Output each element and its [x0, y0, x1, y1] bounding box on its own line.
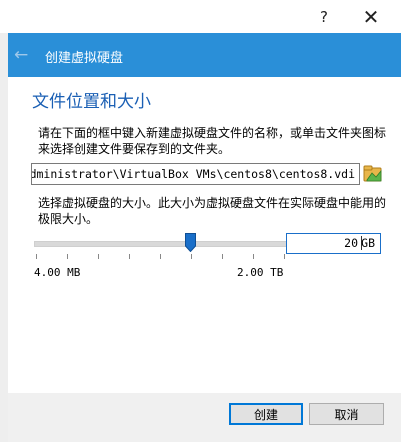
dialog-content: 文件位置和大小 请在下面的框中键入新建虚拟硬盘文件的名称，或单击文件夹图标来选择…	[8, 77, 401, 393]
cancel-button[interactable]: 取消	[309, 403, 384, 425]
location-description: 请在下面的框中键入新建虚拟硬盘文件的名称，或单击文件夹图标来选择创建文件要保存到…	[38, 126, 387, 156]
file-path-input[interactable]: C:\Users\Administrator\VirtualBox VMs\ce…	[31, 163, 360, 185]
size-slider-thumb[interactable]	[185, 233, 196, 252]
file-path-text: C:\Users\Administrator\VirtualBox VMs\ce…	[32, 167, 355, 181]
help-button[interactable]: ?	[301, 0, 347, 33]
dialog-title: 创建虚拟硬盘	[45, 51, 124, 66]
slider-max-label: 2.00 TB	[237, 266, 284, 279]
size-slider-track[interactable]	[34, 241, 288, 247]
folder-icon[interactable]	[362, 163, 384, 185]
window-edge	[0, 33, 8, 442]
close-button[interactable]: ✕	[348, 0, 394, 33]
size-description: 选择虚拟硬盘的大小。此大小为虚拟硬盘文件在实际硬盘中能用的极限大小。	[38, 196, 387, 226]
window-titlebar: ? ✕	[0, 0, 401, 33]
size-input[interactable]: 20 GB	[286, 233, 381, 254]
dialog-header: ← 创建虚拟硬盘	[8, 33, 401, 77]
slider-min-label: 4.00 MB	[34, 266, 81, 279]
slider-ticks	[36, 254, 286, 262]
dialog-footer: 创建 取消	[8, 393, 401, 442]
back-arrow-icon[interactable]: ←	[14, 45, 36, 65]
size-unit: GB	[361, 236, 375, 250]
size-value: 20	[344, 236, 358, 250]
create-button[interactable]: 创建	[229, 403, 303, 425]
section-title: 文件位置和大小	[32, 92, 151, 112]
